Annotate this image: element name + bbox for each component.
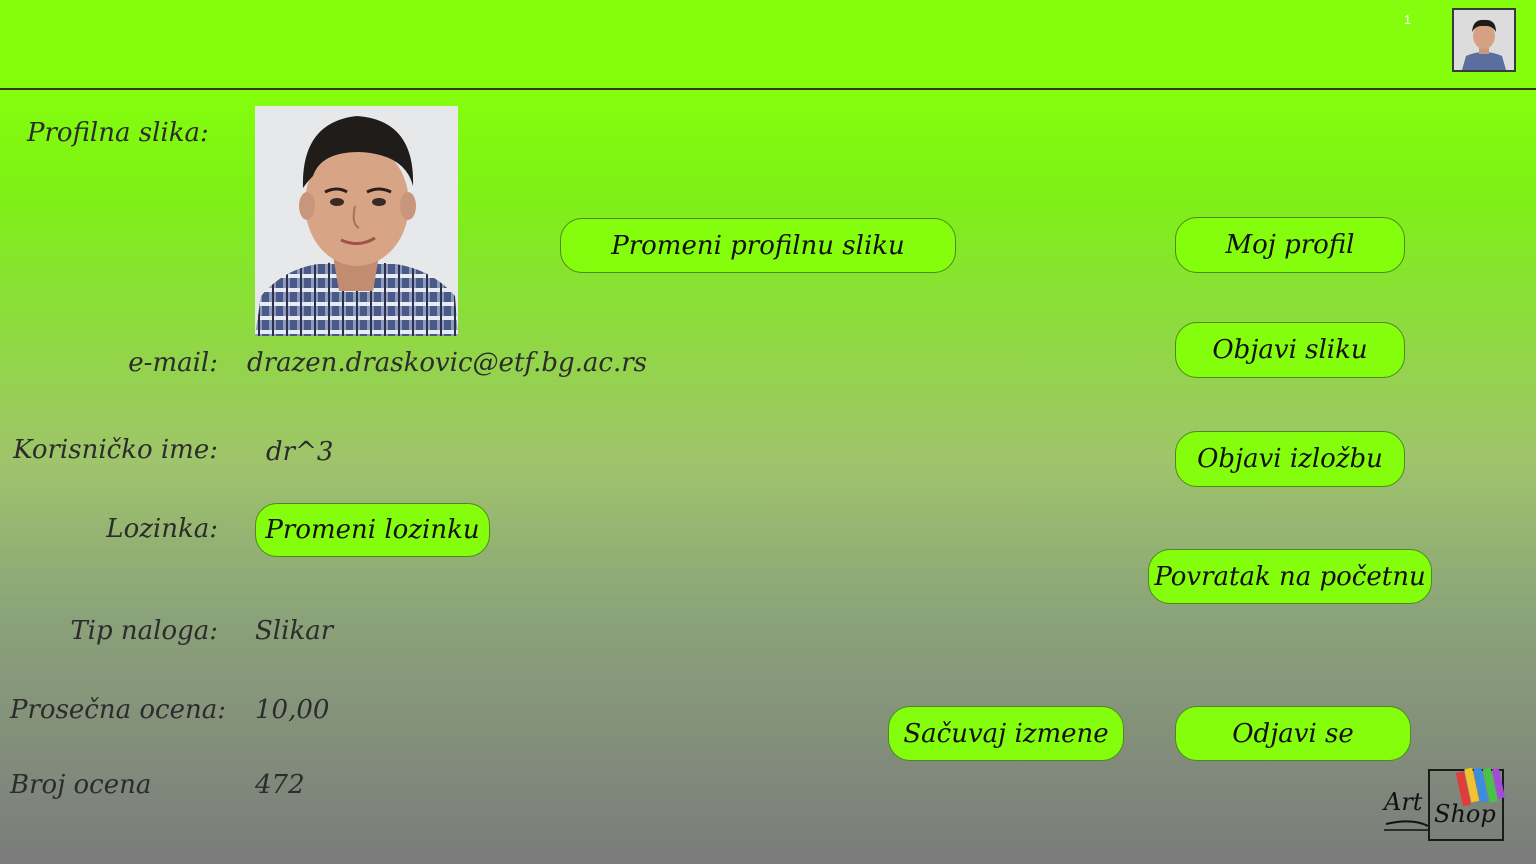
password-label: Lozinka: xyxy=(106,514,218,544)
user-avatar[interactable] xyxy=(1452,8,1516,72)
account-type-label: Tip naloga: xyxy=(70,616,218,646)
publish-picture-button[interactable]: Objavi sliku xyxy=(1175,322,1405,378)
rating-count-label: Broj ocena xyxy=(10,770,152,800)
rating-count-value: 472 xyxy=(255,770,305,800)
average-rating-value: 10,00 xyxy=(255,695,330,725)
username-label: Korisničko ime: xyxy=(13,435,218,465)
profile-picture xyxy=(255,106,458,336)
logo-word-shop: Shop xyxy=(1434,800,1496,828)
profile-picture-label: Profilna slika: xyxy=(27,118,209,148)
my-profile-button[interactable]: Moj profil xyxy=(1175,217,1405,273)
email-value: drazen.draskovic@etf.bg.ac.rs xyxy=(247,348,648,378)
logo-word-art: Art xyxy=(1382,788,1423,816)
notification-count: 1 xyxy=(1404,12,1412,27)
profile-portrait-icon xyxy=(255,106,458,336)
average-rating-label: Prosečna ocena: xyxy=(10,695,226,725)
user-avatar-icon xyxy=(1454,10,1514,70)
change-password-button[interactable]: Promeni lozinku xyxy=(255,503,490,557)
art-shop-logo-icon: Art Shop xyxy=(1382,767,1506,841)
account-type-value: Slikar xyxy=(255,616,334,646)
back-home-button[interactable]: Povratak na početnu xyxy=(1148,549,1432,604)
logout-button[interactable]: Odjavi se xyxy=(1175,706,1411,761)
username-value: dr^3 xyxy=(266,437,334,467)
email-label: e-mail: xyxy=(128,348,218,378)
art-shop-logo: Art Shop xyxy=(1382,762,1512,844)
publish-exhibition-button[interactable]: Objavi izložbu xyxy=(1175,431,1405,487)
top-bar: 1 xyxy=(0,0,1536,90)
change-profile-picture-button[interactable]: Promeni profilnu sliku xyxy=(560,218,956,273)
save-changes-button[interactable]: Sačuvaj izmene xyxy=(888,706,1124,761)
